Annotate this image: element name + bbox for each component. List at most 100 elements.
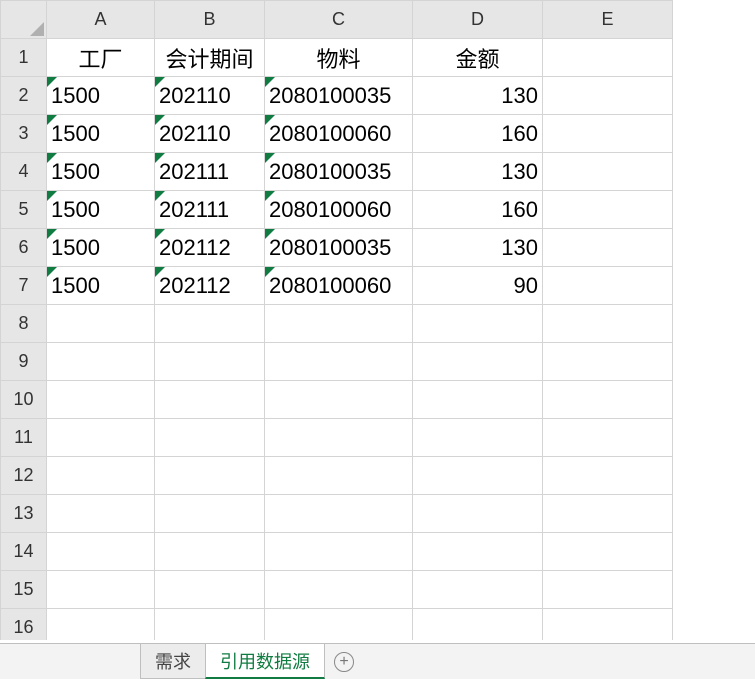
cell-C14[interactable]	[265, 533, 413, 571]
cell-E7[interactable]	[543, 267, 673, 305]
cell-E16[interactable]	[543, 609, 673, 641]
cell-E11[interactable]	[543, 419, 673, 457]
cell-C8[interactable]	[265, 305, 413, 343]
cell-A14[interactable]	[47, 533, 155, 571]
cell-E3[interactable]	[543, 115, 673, 153]
cell-E8[interactable]	[543, 305, 673, 343]
cell-C12[interactable]	[265, 457, 413, 495]
row-header-15[interactable]: 15	[1, 571, 47, 609]
row-header-3[interactable]: 3	[1, 115, 47, 153]
cell-C5[interactable]: 2080100060	[265, 191, 413, 229]
cell-D7[interactable]: 90	[413, 267, 543, 305]
cell-B12[interactable]	[155, 457, 265, 495]
cell-D9[interactable]	[413, 343, 543, 381]
sheet-tab-source[interactable]: 引用数据源	[205, 644, 325, 679]
cell-D13[interactable]	[413, 495, 543, 533]
cell-B9[interactable]	[155, 343, 265, 381]
cell-A1[interactable]: 工厂	[47, 39, 155, 77]
cell-D14[interactable]	[413, 533, 543, 571]
cell-C6[interactable]: 2080100035	[265, 229, 413, 267]
cell-A15[interactable]	[47, 571, 155, 609]
cell-A2[interactable]: 1500	[47, 77, 155, 115]
cell-E14[interactable]	[543, 533, 673, 571]
cell-D8[interactable]	[413, 305, 543, 343]
cell-B14[interactable]	[155, 533, 265, 571]
cell-B11[interactable]	[155, 419, 265, 457]
cell-B3[interactable]: 202110	[155, 115, 265, 153]
cell-A9[interactable]	[47, 343, 155, 381]
cell-B8[interactable]	[155, 305, 265, 343]
cell-D15[interactable]	[413, 571, 543, 609]
cell-C7[interactable]: 2080100060	[265, 267, 413, 305]
cell-A11[interactable]	[47, 419, 155, 457]
cell-B7[interactable]: 202112	[155, 267, 265, 305]
cell-B4[interactable]: 202111	[155, 153, 265, 191]
select-all-corner[interactable]	[1, 1, 47, 39]
cell-A12[interactable]	[47, 457, 155, 495]
cell-E9[interactable]	[543, 343, 673, 381]
row-header-1[interactable]: 1	[1, 39, 47, 77]
cell-A6[interactable]: 1500	[47, 229, 155, 267]
cell-C16[interactable]	[265, 609, 413, 641]
cell-C2[interactable]: 2080100035	[265, 77, 413, 115]
row-header-5[interactable]: 5	[1, 191, 47, 229]
cell-C15[interactable]	[265, 571, 413, 609]
row-header-13[interactable]: 13	[1, 495, 47, 533]
cell-D10[interactable]	[413, 381, 543, 419]
cell-C10[interactable]	[265, 381, 413, 419]
cell-E6[interactable]	[543, 229, 673, 267]
cell-A13[interactable]	[47, 495, 155, 533]
cell-B2[interactable]: 202110	[155, 77, 265, 115]
cell-E10[interactable]	[543, 381, 673, 419]
cell-A8[interactable]	[47, 305, 155, 343]
row-header-11[interactable]: 11	[1, 419, 47, 457]
cell-B15[interactable]	[155, 571, 265, 609]
cell-C13[interactable]	[265, 495, 413, 533]
cell-C9[interactable]	[265, 343, 413, 381]
cell-E15[interactable]	[543, 571, 673, 609]
cell-D2[interactable]: 130	[413, 77, 543, 115]
cell-A5[interactable]: 1500	[47, 191, 155, 229]
cell-E1[interactable]	[543, 39, 673, 77]
cell-B1[interactable]: 会计期间	[155, 39, 265, 77]
cell-A7[interactable]: 1500	[47, 267, 155, 305]
column-header-B[interactable]: B	[155, 1, 265, 39]
cell-C11[interactable]	[265, 419, 413, 457]
cell-D6[interactable]: 130	[413, 229, 543, 267]
cell-D4[interactable]: 130	[413, 153, 543, 191]
cell-A3[interactable]: 1500	[47, 115, 155, 153]
cell-B13[interactable]	[155, 495, 265, 533]
row-header-9[interactable]: 9	[1, 343, 47, 381]
row-header-16[interactable]: 16	[1, 609, 47, 641]
cell-E4[interactable]	[543, 153, 673, 191]
cell-E12[interactable]	[543, 457, 673, 495]
cell-D16[interactable]	[413, 609, 543, 641]
sheet-tab-demand[interactable]: 需求	[140, 644, 206, 679]
cell-C4[interactable]: 2080100035	[265, 153, 413, 191]
cell-A10[interactable]	[47, 381, 155, 419]
column-header-D[interactable]: D	[413, 1, 543, 39]
cell-D1[interactable]: 金额	[413, 39, 543, 77]
cell-E13[interactable]	[543, 495, 673, 533]
row-header-6[interactable]: 6	[1, 229, 47, 267]
column-header-C[interactable]: C	[265, 1, 413, 39]
cell-D5[interactable]: 160	[413, 191, 543, 229]
row-header-2[interactable]: 2	[1, 77, 47, 115]
cell-A4[interactable]: 1500	[47, 153, 155, 191]
cell-C1[interactable]: 物料	[265, 39, 413, 77]
row-header-10[interactable]: 10	[1, 381, 47, 419]
cell-C3[interactable]: 2080100060	[265, 115, 413, 153]
row-header-12[interactable]: 12	[1, 457, 47, 495]
cell-E2[interactable]	[543, 77, 673, 115]
cell-B6[interactable]: 202112	[155, 229, 265, 267]
row-header-7[interactable]: 7	[1, 267, 47, 305]
column-header-A[interactable]: A	[47, 1, 155, 39]
row-header-14[interactable]: 14	[1, 533, 47, 571]
cell-B10[interactable]	[155, 381, 265, 419]
worksheet-grid[interactable]: ABCDE1工厂会计期间物料金额215002021102080100035130…	[0, 0, 755, 640]
column-header-E[interactable]: E	[543, 1, 673, 39]
cell-B5[interactable]: 202111	[155, 191, 265, 229]
cell-D11[interactable]	[413, 419, 543, 457]
row-header-8[interactable]: 8	[1, 305, 47, 343]
cell-E5[interactable]	[543, 191, 673, 229]
